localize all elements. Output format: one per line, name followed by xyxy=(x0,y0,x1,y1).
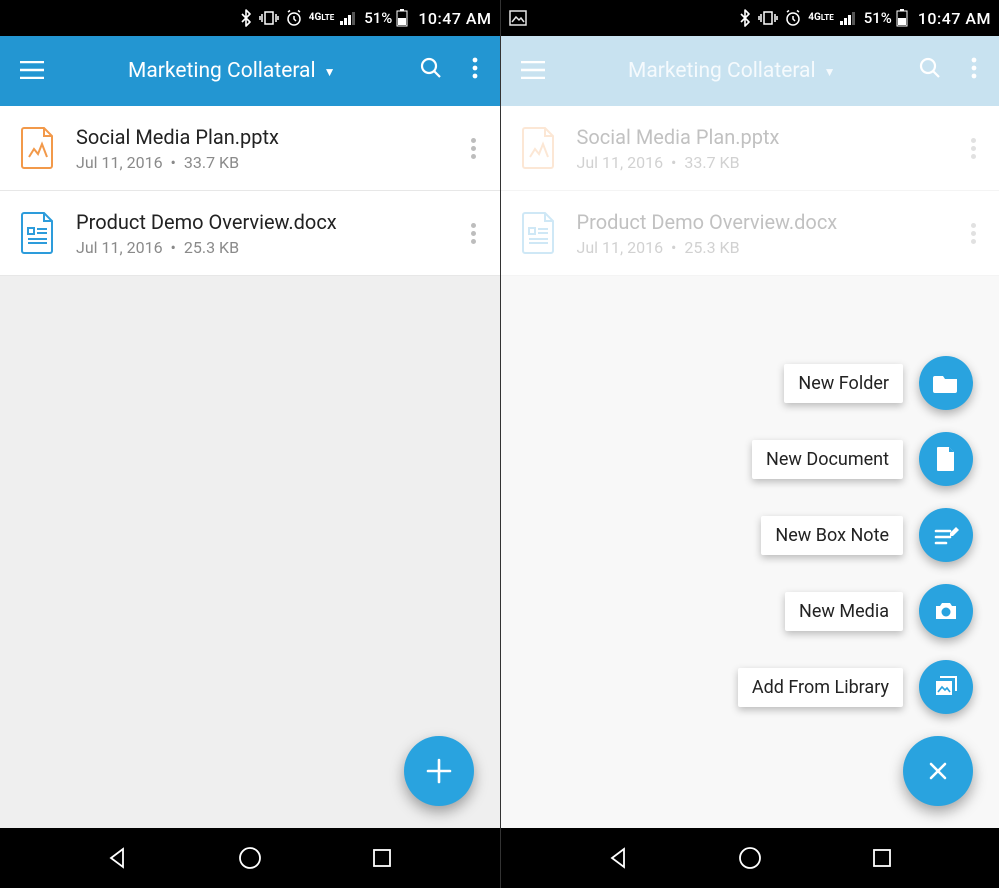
network-4glte-icon: 4GLTE xyxy=(808,13,833,23)
fab-item-label: New Folder xyxy=(784,364,903,403)
android-nav-bar xyxy=(0,828,500,888)
fab-item-new-box-note[interactable]: New Box Note xyxy=(761,508,973,562)
fab-item-new-folder[interactable]: New Folder xyxy=(784,356,973,410)
nav-home-button[interactable] xyxy=(235,843,265,873)
camera-icon xyxy=(919,584,973,638)
fab-item-new-document[interactable]: New Document xyxy=(752,432,973,486)
folder-icon xyxy=(919,356,973,410)
nav-recents-button[interactable] xyxy=(367,843,397,873)
phone-screenshot-normal: 4GLTE 51% 10:47 AM Marketing Collateral … xyxy=(0,0,500,888)
document-icon xyxy=(919,432,973,486)
file-name: Social Media Plan.pptx xyxy=(76,125,444,149)
battery-indicator: 51% xyxy=(864,9,908,27)
vibrate-icon xyxy=(259,10,279,26)
nav-back-button[interactable] xyxy=(603,843,633,873)
note-icon xyxy=(919,508,973,562)
fab-item-label: New Box Note xyxy=(761,516,903,555)
fab-item-label: New Media xyxy=(785,592,903,631)
vibrate-icon xyxy=(758,10,778,26)
chevron-down-icon: ▼ xyxy=(324,65,336,79)
image-notification-icon xyxy=(509,10,527,26)
battery-percent: 51% xyxy=(364,9,392,27)
fab-item-new-media[interactable]: New Media xyxy=(785,584,973,638)
signal-icon xyxy=(840,11,858,25)
status-time: 10:47 AM xyxy=(918,9,991,28)
nav-recents-button[interactable] xyxy=(867,843,897,873)
network-4glte-icon: 4GLTE xyxy=(309,13,334,23)
file-list: Social Media Plan.pptx Jul 11, 2016 • 33… xyxy=(0,106,500,276)
battery-percent: 51% xyxy=(864,9,892,27)
alarm-icon xyxy=(285,9,303,27)
menu-button[interactable] xyxy=(10,56,54,86)
android-nav-bar xyxy=(501,828,999,888)
search-button[interactable] xyxy=(410,57,452,85)
file-meta: Jul 11, 2016 • 25.3 KB xyxy=(76,238,444,257)
battery-indicator: 51% xyxy=(364,9,408,27)
bluetooth-icon xyxy=(239,9,253,27)
library-icon xyxy=(919,660,973,714)
file-type-pptx-icon xyxy=(18,124,58,172)
file-row-menu-button[interactable] xyxy=(462,138,486,159)
phone-screenshot-fab-open: 4GLTE 51% 10:47 AM Marketing Collateral … xyxy=(500,0,999,888)
nav-home-button[interactable] xyxy=(735,843,765,873)
overflow-menu-button[interactable] xyxy=(460,57,490,85)
folder-title: Marketing Collateral xyxy=(128,59,316,83)
bluetooth-icon xyxy=(738,9,752,27)
fab-item-add-from-library[interactable]: Add From Library xyxy=(738,660,973,714)
nav-back-button[interactable] xyxy=(102,843,132,873)
fab-close-button[interactable] xyxy=(903,736,973,806)
folder-title-dropdown[interactable]: Marketing Collateral ▼ xyxy=(62,59,402,83)
file-row-menu-button[interactable] xyxy=(462,223,486,244)
signal-icon xyxy=(340,11,358,25)
status-bar: 4GLTE 51% 10:47 AM xyxy=(0,0,500,36)
file-row[interactable]: Social Media Plan.pptx Jul 11, 2016 • 33… xyxy=(0,106,500,191)
file-type-docx-icon xyxy=(18,209,58,257)
fab-item-label: New Document xyxy=(752,440,903,479)
status-bar: 4GLTE 51% 10:47 AM xyxy=(501,0,999,36)
file-name: Product Demo Overview.docx xyxy=(76,210,444,234)
fab-add-button[interactable] xyxy=(404,736,474,806)
file-row[interactable]: Product Demo Overview.docx Jul 11, 2016 … xyxy=(0,191,500,276)
fab-item-label: Add From Library xyxy=(738,668,903,707)
alarm-icon xyxy=(784,9,802,27)
file-meta: Jul 11, 2016 • 33.7 KB xyxy=(76,153,444,172)
fab-speed-dial: Add From Library New Media New Box Note … xyxy=(738,356,973,806)
status-time: 10:47 AM xyxy=(418,9,491,28)
app-bar: Marketing Collateral ▼ xyxy=(0,36,500,106)
